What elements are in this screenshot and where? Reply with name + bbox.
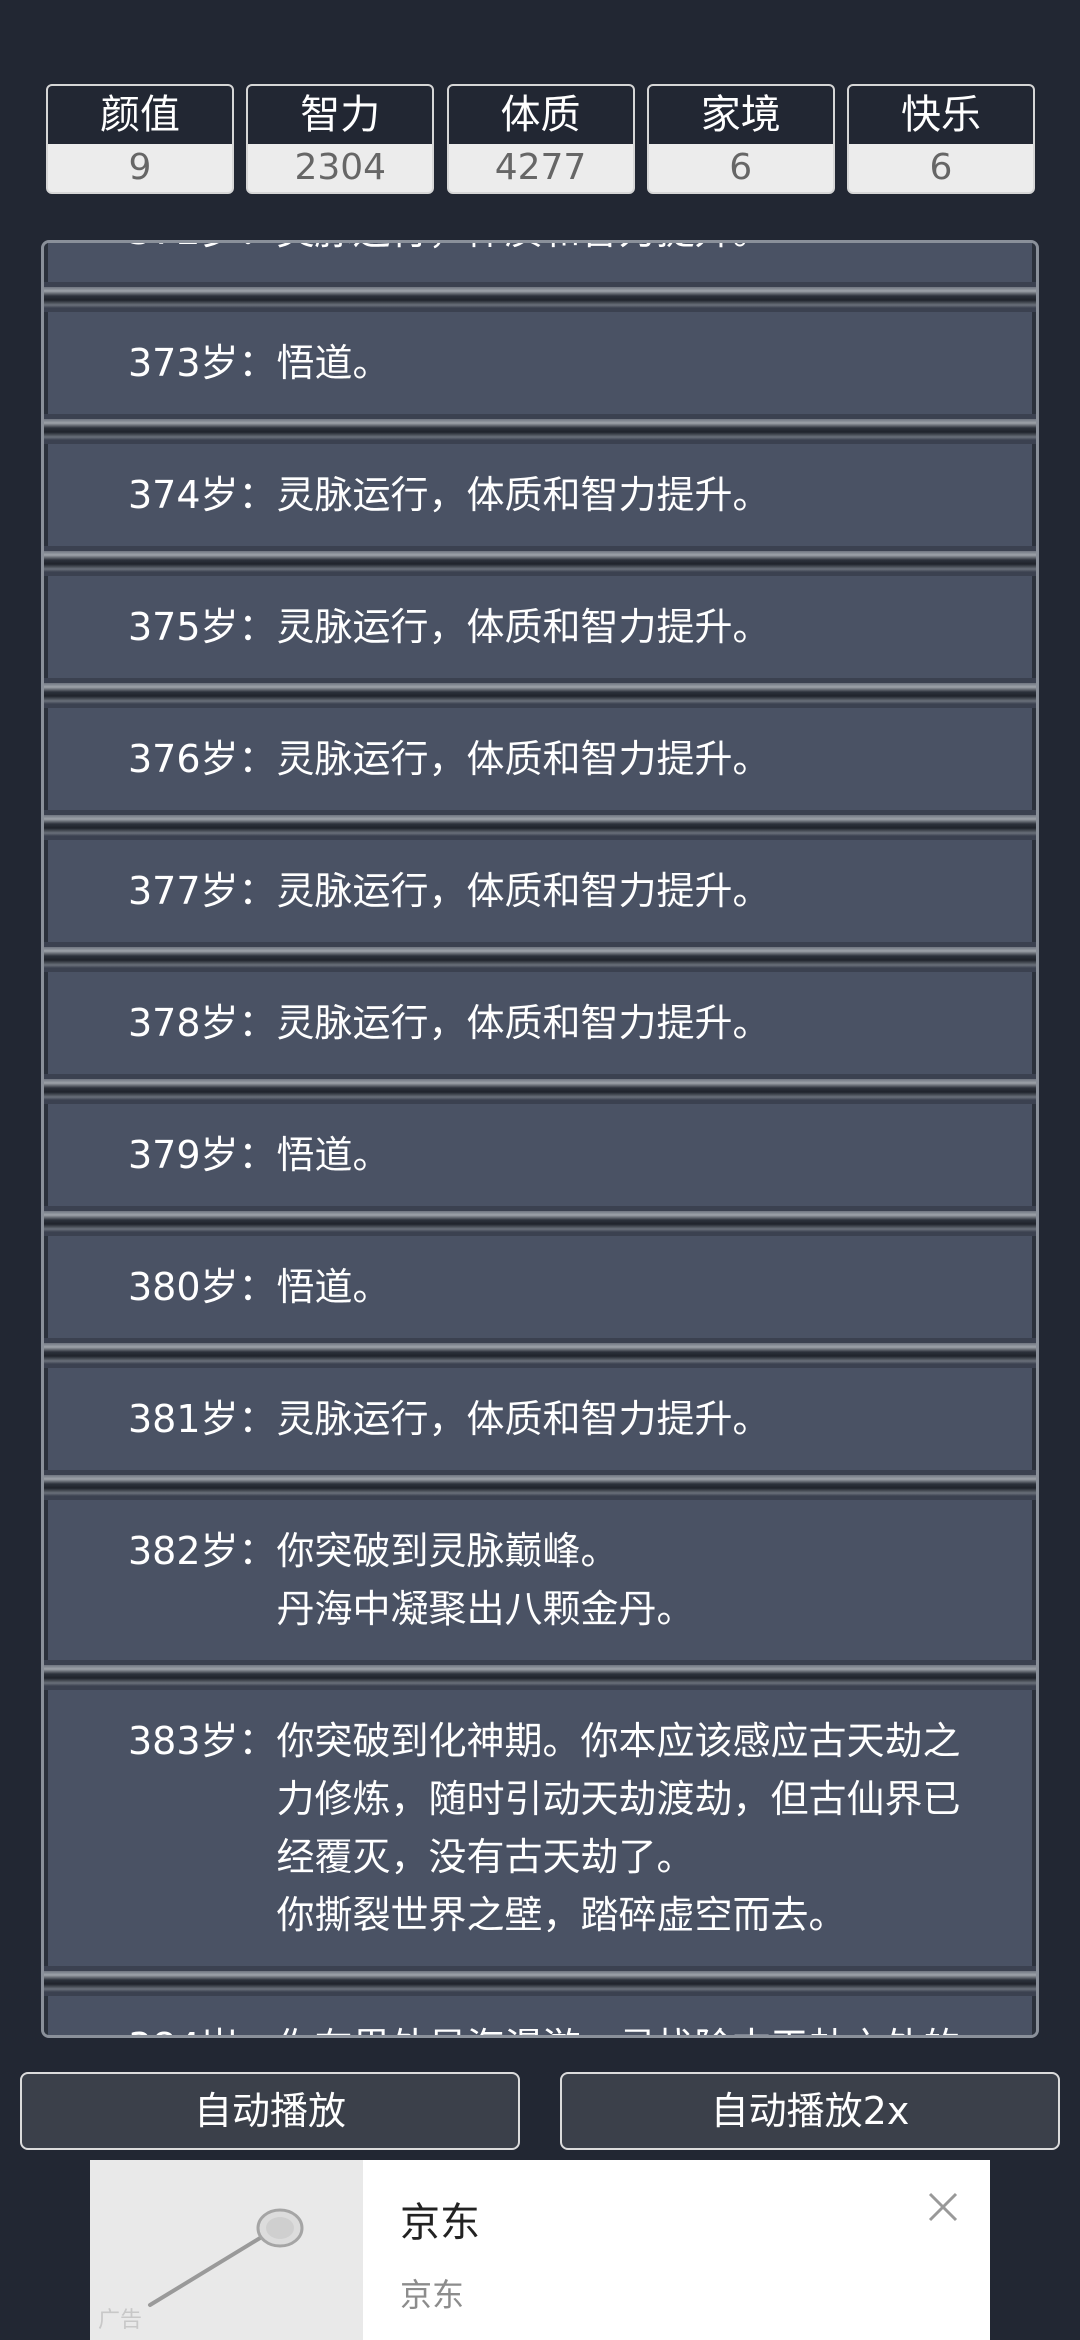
stat-label: 智力	[248, 86, 433, 144]
log-text: 灵脉运行，体质和智力提升。	[276, 1001, 771, 1045]
life-log-list: 372岁：灵脉运行，体质和智力提升。 373岁：悟道。 374岁：灵脉运行，体质…	[44, 243, 1036, 2035]
stat-value: 9	[128, 147, 152, 188]
stat-value: 6	[929, 147, 953, 188]
log-age: 372岁：	[128, 243, 277, 260]
stat-intelligence: 智力 2304	[246, 84, 435, 194]
log-entry: 381岁： 灵脉运行，体质和智力提升。	[44, 1368, 1036, 1470]
log-divider	[44, 414, 1036, 444]
log-entry: 383岁： 你突破到化神期。你本应该感应古天劫之力修炼，随时引动天劫渡劫，但古仙界…	[44, 1690, 1036, 1966]
stat-family: 家境 6	[646, 84, 835, 194]
log-text: 悟道。	[276, 1133, 391, 1177]
stat-label: 体质	[448, 86, 633, 144]
stat-appearance: 颜值 9	[46, 84, 234, 194]
log-divider	[44, 1660, 1036, 1690]
log-divider	[44, 1966, 1036, 1996]
log-entry: 377岁： 灵脉运行，体质和智力提升。	[44, 840, 1036, 942]
log-age: 380岁：	[128, 1265, 277, 1309]
auto-play-button[interactable]: 自动播放	[20, 2072, 520, 2150]
log-text: 灵脉运行，体质和智力提升。	[276, 1397, 771, 1441]
log-age: 379岁：	[128, 1133, 277, 1177]
log-entry: 376岁： 灵脉运行，体质和智力提升。	[44, 708, 1036, 810]
log-entry: 378岁： 灵脉运行，体质和智力提升。	[44, 972, 1036, 1074]
log-divider	[44, 678, 1036, 708]
stat-value: 4277	[494, 147, 587, 188]
log-age: 382岁：	[128, 1529, 277, 1573]
stat-happiness: 快乐 6	[847, 84, 1035, 194]
log-entry: 380岁： 悟道。	[44, 1236, 1036, 1338]
stat-label: 快乐	[849, 86, 1033, 144]
auto-play-2x-button[interactable]: 自动播放2x	[560, 2072, 1060, 2150]
log-age: 374岁：	[128, 473, 277, 517]
log-text: 灵脉运行，体质和智力提升。	[276, 473, 771, 517]
log-age: 378岁：	[128, 1001, 277, 1045]
log-age: 377岁：	[128, 869, 277, 913]
log-divider	[44, 1206, 1036, 1236]
ad-subtitle: 京东	[400, 2276, 465, 2314]
stat-label: 家境	[648, 86, 833, 144]
stat-label: 颜值	[48, 86, 232, 144]
log-entry: 373岁： 悟道。	[44, 312, 1036, 414]
close-icon[interactable]	[926, 2190, 960, 2224]
strainer-spoon-icon	[148, 2208, 304, 2307]
log-entry: 374岁： 灵脉运行，体质和智力提升。	[44, 444, 1036, 546]
log-age: 373岁：	[128, 341, 277, 385]
log-divider	[44, 282, 1036, 312]
log-entry: 372岁：灵脉运行，体质和智力提升。	[44, 243, 1036, 282]
log-text: 你突破到化神期。你本应该感应古天劫之力修炼，随时引动天劫渡劫，但古仙界已经覆灭，…	[276, 1719, 961, 1937]
stat-constitution: 体质 4277	[446, 84, 635, 194]
log-text: 灵脉运行，体质和智力提升。	[276, 737, 771, 781]
ad-mark: 广告	[98, 2308, 143, 2333]
stat-value: 6	[729, 147, 753, 188]
ad-title: 京东	[400, 2200, 480, 2246]
log-entry: 375岁： 灵脉运行，体质和智力提升。	[44, 576, 1036, 678]
log-entry: 379岁： 悟道。	[44, 1104, 1036, 1206]
log-text: 灵脉运行，体质和智力提升。	[276, 605, 771, 649]
log-divider	[44, 546, 1036, 576]
log-entry: 384岁：你在界外星海漫游，寻找除古天劫之外的修炼方法。	[44, 1996, 1036, 2035]
log-divider	[44, 810, 1036, 840]
life-log-panel[interactable]: 372岁：灵脉运行，体质和智力提升。 373岁：悟道。 374岁：灵脉运行，体质…	[41, 240, 1039, 2038]
log-text: 悟道。	[276, 1265, 391, 1309]
ad-image: 广告	[90, 2160, 363, 2340]
stats-bar: 颜值 9 智力 2304 体质 4277 家境 6 快乐 6	[46, 84, 1035, 196]
log-text: 你突破到灵脉巅峰。 丹海中凝聚出八颗金丹。	[276, 1529, 695, 1631]
log-text: 悟道。	[276, 341, 391, 385]
log-divider	[44, 1470, 1036, 1500]
log-age: 376岁：	[128, 737, 277, 781]
ad-banner[interactable]: 广告 京东 京东	[90, 2160, 990, 2340]
log-divider	[44, 1074, 1036, 1104]
log-text: 灵脉运行，体质和智力提升。	[277, 243, 988, 260]
log-divider	[44, 1338, 1036, 1368]
log-age: 383岁：	[128, 1719, 277, 1763]
log-age: 381岁：	[128, 1397, 277, 1441]
log-age: 384岁：	[128, 2018, 277, 2035]
stat-value: 2304	[294, 147, 387, 188]
log-text: 灵脉运行，体质和智力提升。	[276, 869, 771, 913]
log-entry: 382岁： 你突破到灵脉巅峰。 丹海中凝聚出八颗金丹。	[44, 1500, 1036, 1660]
log-text: 你在界外星海漫游，寻找除古天劫之外的修炼方法。	[277, 2018, 988, 2035]
log-age: 375岁：	[128, 605, 277, 649]
log-divider	[44, 942, 1036, 972]
